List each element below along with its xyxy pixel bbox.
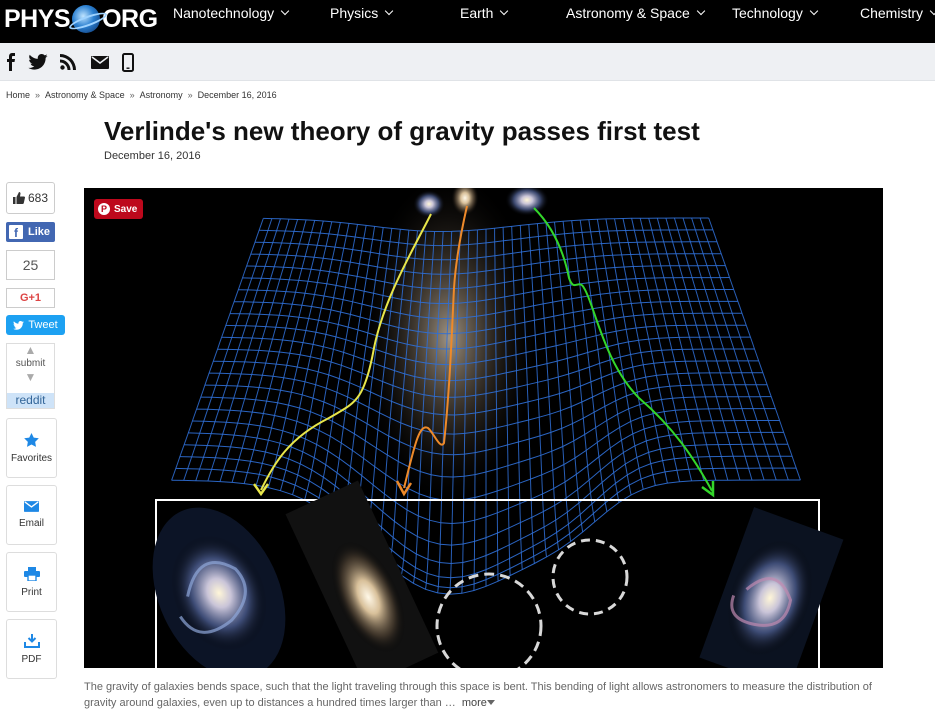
breadcrumb-separator-icon: » [129, 90, 135, 100]
chevron-down-icon [809, 6, 819, 16]
nav-label: Physics [330, 5, 379, 21]
spiral-galaxy-right [699, 507, 844, 668]
pdf-label: PDF [21, 653, 42, 665]
nav-label: Chemistry [860, 5, 924, 21]
dashed-circle-small [551, 538, 629, 616]
pinterest-save-label: Save [114, 203, 138, 215]
nav-item-technology[interactable]: Technology [732, 5, 819, 21]
breadcrumb-date: December 16, 2016 [197, 90, 277, 100]
article-date: December 16, 2016 [104, 150, 201, 162]
site-logo[interactable]: PHYS ORG [4, 2, 158, 36]
top-galaxy-right [505, 188, 549, 216]
grid-line-vertical [596, 219, 644, 490]
download-icon [23, 633, 40, 648]
email-label: Email [18, 518, 44, 529]
top-galaxy-left [413, 190, 445, 218]
pinterest-save-button[interactable]: P Save [94, 199, 143, 219]
elliptical-galaxy [285, 480, 439, 668]
nav-label: Astronomy & Space [566, 5, 690, 21]
chevron-down-icon [384, 6, 394, 16]
grid-line-vertical [231, 219, 307, 483]
thumbs-up-icon [12, 192, 25, 204]
printer-icon [23, 566, 40, 581]
gplus-button[interactable]: G+1 [6, 288, 55, 308]
nav-label: Technology [732, 5, 803, 21]
nav-item-earth[interactable]: Earth [460, 5, 509, 21]
reddit-widget[interactable]: ▲ submit ▼ reddit [6, 343, 55, 409]
breadcrumb-astronomy[interactable]: Astronomy [140, 90, 183, 100]
globe-icon [72, 5, 101, 33]
caption-more-link[interactable]: more [462, 697, 495, 709]
favorites-button[interactable]: Favorites [6, 418, 57, 478]
nav-item-chemistry[interactable]: Chemistry [860, 5, 935, 21]
grid-line-vertical [207, 218, 290, 482]
article-title: Verlinde's new theory of gravity passes … [104, 116, 700, 146]
chevron-down-icon [280, 6, 290, 16]
twitter-icon[interactable] [28, 52, 48, 72]
mobile-icon[interactable] [118, 52, 138, 72]
gplus-count-box: 25 [6, 250, 55, 280]
breadcrumb-separator-icon: » [187, 90, 193, 100]
twitter-icon [13, 320, 25, 330]
facebook-like-label: Like [28, 226, 51, 238]
facebook-icon: f [9, 225, 23, 239]
nav-item-astronomy-space[interactable]: Astronomy & Space [566, 5, 705, 21]
grid-line-vertical [171, 218, 264, 481]
caret-down-icon [486, 700, 495, 705]
article-image[interactable]: P Save [84, 188, 883, 668]
logo-text-right: ORG [102, 4, 158, 33]
tweet-label: Tweet [28, 319, 58, 331]
nav-item-nanotechnology[interactable]: Nanotechnology [173, 5, 290, 21]
grid-line-vertical [219, 219, 299, 482]
nav-label: Earth [460, 5, 494, 21]
print-label: Print [21, 586, 42, 598]
social-bar [0, 43, 935, 81]
pdf-button[interactable]: PDF [6, 619, 57, 679]
breadcrumb-astronomy-space[interactable]: Astronomy & Space [45, 90, 125, 100]
chevron-down-icon [929, 6, 935, 16]
star-icon [24, 432, 39, 447]
spacetime-grid [171, 217, 801, 595]
reddit-submit-label: submit [15, 358, 46, 369]
like-count-box: 683 [6, 182, 55, 214]
rss-icon[interactable] [58, 52, 78, 72]
email-icon [24, 501, 39, 512]
grid-line-vertical [292, 223, 350, 495]
more-label: more [461, 697, 487, 709]
facebook-icon[interactable] [0, 52, 20, 72]
chevron-down-icon [696, 6, 705, 16]
nav-label: Nanotechnology [173, 5, 275, 21]
breadcrumb-home[interactable]: Home [6, 90, 30, 100]
breadcrumb: Home » Astronomy & Space » Astronomy » D… [6, 90, 277, 100]
downvote-arrow-icon[interactable]: ▼ [25, 371, 37, 383]
tweet-button[interactable]: Tweet [6, 315, 65, 335]
like-count: 683 [27, 191, 49, 205]
email-icon[interactable] [90, 52, 110, 72]
upvote-arrow-icon[interactable]: ▲ [25, 344, 37, 356]
nav-item-physics[interactable]: Physics [330, 5, 394, 21]
logo-text-left: PHYS [4, 4, 71, 33]
gplus-label: G+1 [19, 292, 42, 304]
top-navigation: PHYS ORG Nanotechnology Physics Earth As… [0, 0, 935, 43]
gravitational-lensing-illustration [152, 188, 844, 668]
breadcrumb-separator-icon: » [35, 90, 41, 100]
grid-line-vertical [588, 219, 632, 496]
chevron-down-icon [500, 6, 509, 16]
spiral-galaxy-left [152, 507, 286, 668]
facebook-like-button[interactable]: f Like [6, 222, 55, 242]
email-button[interactable]: Email [6, 485, 57, 545]
favorites-label: Favorites [10, 452, 53, 464]
pinterest-icon: P [98, 203, 110, 215]
reddit-label: reddit [7, 393, 54, 408]
gplus-count: 25 [22, 257, 39, 273]
print-button[interactable]: Print [6, 552, 57, 612]
image-caption: The gravity of galaxies bends space, suc… [84, 679, 883, 711]
grid-line-vertical [571, 220, 608, 512]
